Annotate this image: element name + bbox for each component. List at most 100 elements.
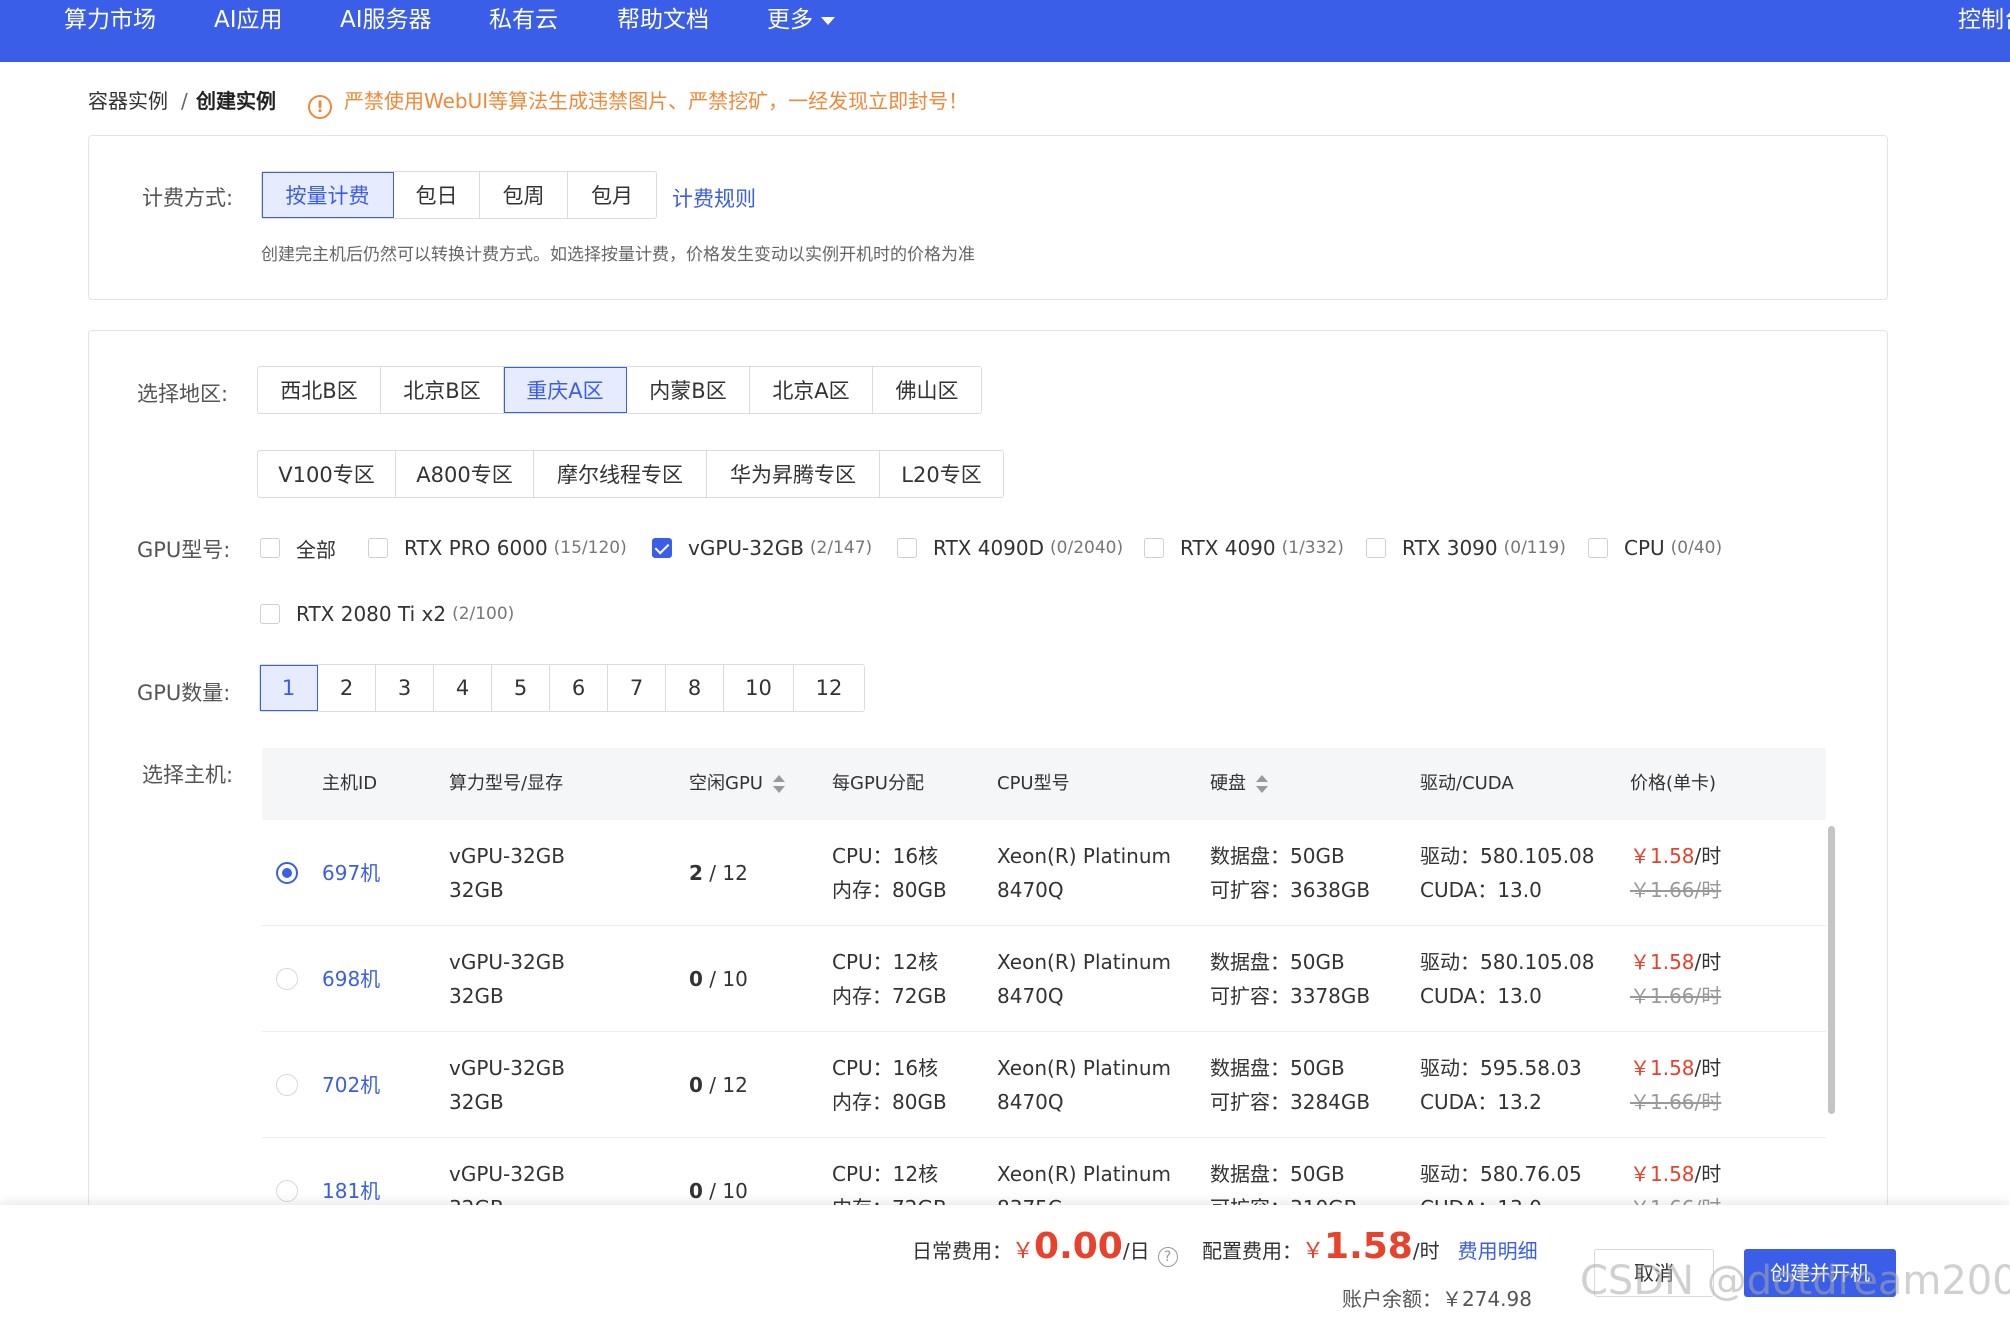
sort-icon[interactable] <box>1256 775 1268 793</box>
column-model-vram: 算力型号/显存 <box>449 773 564 794</box>
free-gpu-count: 2 <box>689 861 703 885</box>
gpu-count-option[interactable]: 4 <box>434 665 492 711</box>
billing-option-hourly[interactable]: 按量计费 <box>262 172 394 218</box>
table-row[interactable]: 698机 vGPU-32GB 32GB 0 / 10 CPU：12核 内存：72… <box>262 926 1826 1032</box>
host-driver: 驱动：595.58.03 <box>1420 1056 1582 1080</box>
checkbox[interactable] <box>1366 538 1386 558</box>
region-options-row2: V100专区 A800专区 摩尔线程专区 华为昇腾专区 L20专区 <box>257 450 1004 498</box>
question-circle-icon[interactable]: ? <box>1157 1247 1178 1267</box>
region-option[interactable]: 华为昇腾专区 <box>707 451 880 497</box>
host-id-link[interactable]: 697机 <box>322 856 380 890</box>
gpu-count-option[interactable]: 10 <box>724 665 794 711</box>
region-option[interactable]: 摩尔线程专区 <box>534 451 707 497</box>
region-option[interactable]: A800专区 <box>396 451 534 497</box>
checkbox-checked[interactable] <box>652 538 672 558</box>
host-driver: 驱动：580.105.08 <box>1420 950 1595 974</box>
nav-item-private-cloud[interactable]: 私有云 <box>489 0 558 40</box>
region-option-selected[interactable]: 重庆A区 <box>504 367 627 413</box>
gpu-option-count: (0/119) <box>1503 538 1566 558</box>
gpu-count-option[interactable]: 8 <box>666 665 724 711</box>
region-option[interactable]: 北京A区 <box>750 367 873 413</box>
free-gpu-count: 0 <box>689 1073 703 1097</box>
host-id-link[interactable]: 698机 <box>322 962 380 996</box>
host-id-link[interactable]: 181机 <box>322 1174 380 1208</box>
gpu-option-cpu[interactable]: CPU (0/40) <box>1588 533 1722 563</box>
warning-text: 严禁使用WebUI等算法生成违禁图片、严禁挖矿，一经发现立即封号！ <box>344 89 969 113</box>
gpu-count-option[interactable]: 6 <box>550 665 608 711</box>
region-option[interactable]: 佛山区 <box>873 367 981 413</box>
host-mem-alloc: 内存：72GB <box>832 984 947 1008</box>
host-price: ￥1.58/时 <box>1630 1157 1721 1191</box>
host-radio-selected[interactable] <box>276 862 298 884</box>
host-cpu-model-number: 8470Q <box>997 984 1064 1008</box>
gpu-option-rtx-4090[interactable]: RTX 4090 (1/332) <box>1144 533 1344 563</box>
nav-item-ai-apps[interactable]: AI应用 <box>214 0 283 40</box>
gpu-model-label: GPU型号: <box>137 538 231 562</box>
billing-option-daily[interactable]: 包日 <box>394 172 480 218</box>
column-free-gpu[interactable]: 空闲GPU <box>689 748 785 820</box>
checkbox[interactable] <box>260 604 280 624</box>
gpu-option-rtx-4090d[interactable]: RTX 4090D (0/2040) <box>897 533 1123 563</box>
gpu-count-option[interactable]: 12 <box>794 665 864 711</box>
gpu-count-option-selected[interactable]: 1 <box>260 665 318 711</box>
host-model: vGPU-32GB <box>449 1162 565 1186</box>
checkbox[interactable] <box>1144 538 1164 558</box>
billing-rules-link[interactable]: 计费规则 <box>672 183 756 213</box>
checkbox[interactable] <box>897 538 917 558</box>
nav-item-more[interactable]: 更多 <box>767 0 835 40</box>
region-option[interactable]: 北京B区 <box>381 367 504 413</box>
host-price: ￥1.58/时 <box>1630 1051 1721 1085</box>
checkbox[interactable] <box>260 538 280 558</box>
breadcrumb-parent[interactable]: 容器实例 <box>88 86 168 116</box>
config-fee-currency: ￥ <box>1302 1239 1325 1264</box>
gpu-count-option[interactable]: 7 <box>608 665 666 711</box>
nav-item-console[interactable]: 控制台 <box>1958 0 2010 40</box>
region-option[interactable]: 内蒙B区 <box>627 367 750 413</box>
free-gpu-count: 0 <box>689 967 703 991</box>
column-host-id: 主机ID <box>322 773 378 794</box>
host-free-gpu: 0 / 12 <box>689 1068 748 1102</box>
billing-options: 按量计费 包日 包周 包月 <box>261 171 657 219</box>
gpu-count-option[interactable]: 3 <box>376 665 434 711</box>
column-cpu-model: CPU型号 <box>997 773 1070 794</box>
region-option[interactable]: V100专区 <box>258 451 396 497</box>
host-data-disk: 数据盘：50GB <box>1210 844 1345 868</box>
host-model: vGPU-32GB <box>449 950 565 974</box>
gpu-option-rtx-2080ti-x2[interactable]: RTX 2080 Ti x2 (2/100) <box>260 599 514 629</box>
billing-option-monthly[interactable]: 包月 <box>568 172 656 218</box>
host-cpu-model-number: 8470Q <box>997 878 1064 902</box>
region-option[interactable]: L20专区 <box>880 451 1003 497</box>
checkbox[interactable] <box>1588 538 1608 558</box>
nav-item-ai-servers[interactable]: AI服务器 <box>340 0 432 40</box>
fee-detail-link[interactable]: 费用明细 <box>1458 1239 1538 1263</box>
gpu-option-vgpu-32gb[interactable]: vGPU-32GB (2/147) <box>652 533 872 563</box>
gpu-count-option[interactable]: 2 <box>318 665 376 711</box>
price-unit: /时 <box>1694 1056 1722 1080</box>
nav-item-compute-market[interactable]: 算力市场 <box>64 0 156 40</box>
price-unit: /时 <box>1694 844 1722 868</box>
gpu-option-rtx-3090[interactable]: RTX 3090 (0/119) <box>1366 533 1566 563</box>
host-cpu-alloc: CPU：12核 <box>832 950 939 974</box>
gpu-option-rtx-pro-6000[interactable]: RTX PRO 6000 (15/120) <box>368 533 627 563</box>
region-option[interactable]: 西北B区 <box>258 367 381 413</box>
nav-item-help-docs[interactable]: 帮助文档 <box>617 0 709 40</box>
table-scrollbar[interactable] <box>1828 826 1835 1114</box>
host-radio[interactable] <box>276 1074 298 1096</box>
total-gpu-count: / 10 <box>709 967 748 991</box>
host-mem-alloc: 内存：80GB <box>832 1090 947 1114</box>
price-value: ￥1.58 <box>1630 950 1695 974</box>
column-per-gpu: 每GPU分配 <box>832 773 924 794</box>
column-disk[interactable]: 硬盘 <box>1210 748 1268 820</box>
sort-icon[interactable] <box>772 775 785 793</box>
region-label: 选择地区: <box>137 382 229 406</box>
page-title: 创建实例 <box>196 89 276 113</box>
billing-option-weekly[interactable]: 包周 <box>480 172 568 218</box>
host-id-link[interactable]: 702机 <box>322 1068 380 1102</box>
gpu-option-all[interactable]: 全部 <box>260 533 336 563</box>
table-row[interactable]: 697机 vGPU-32GB 32GB 2 / 12 CPU：16核 内存：80… <box>262 820 1826 926</box>
checkbox[interactable] <box>368 538 388 558</box>
host-radio[interactable] <box>276 1180 298 1202</box>
table-row[interactable]: 702机 vGPU-32GB 32GB 0 / 12 CPU：16核 内存：80… <box>262 1032 1826 1138</box>
host-radio[interactable] <box>276 968 298 990</box>
gpu-count-option[interactable]: 5 <box>492 665 550 711</box>
